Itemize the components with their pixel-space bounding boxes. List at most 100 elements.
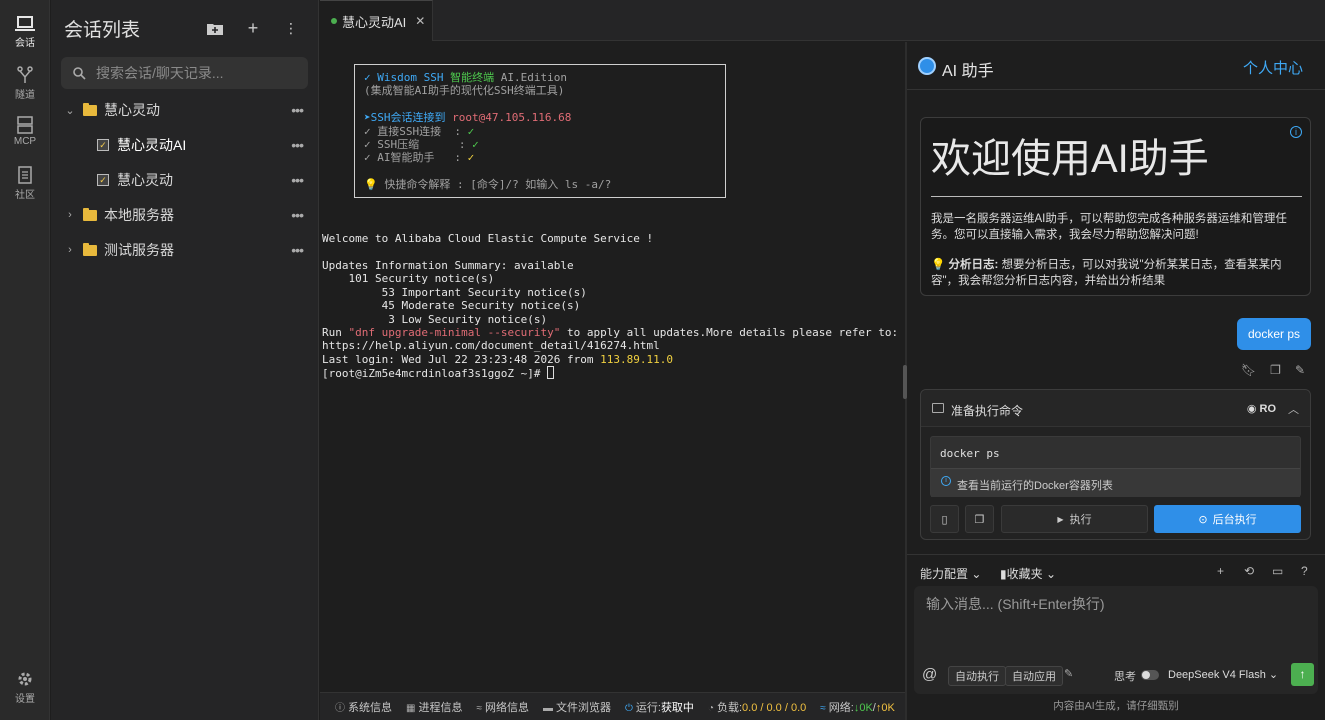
tree-group-label: 测试服务器 xyxy=(104,242,174,258)
chevron-right-icon[interactable]: › xyxy=(63,244,77,256)
welcome-banner: ✓ Wisdom SSH 智能终端 AI.Edition (集成智能AI助手的现… xyxy=(354,64,726,198)
chat-input[interactable] xyxy=(926,594,1306,654)
auto-execute-toggle[interactable]: 自动执行 xyxy=(948,666,1006,686)
feature-name: AI智能助手 xyxy=(377,151,435,164)
uptime-value: 获取中 xyxy=(660,701,694,714)
history-icon[interactable]: ⟲ xyxy=(1244,564,1254,578)
terminal[interactable]: ✓ Wisdom SSH 智能终端 AI.Edition (集成智能AI助手的现… xyxy=(320,42,905,692)
tree-session-2[interactable]: ✓ 慧心灵动 ••• xyxy=(51,165,319,195)
copy-icon[interactable]: ❐ xyxy=(1270,363,1281,377)
info-icon: i xyxy=(941,476,951,486)
tree-group-2[interactable]: › 本地服务器 ••• xyxy=(51,200,319,230)
nav-sessions[interactable]: 会话 xyxy=(0,16,50,49)
nav-mcp[interactable]: MCP xyxy=(0,116,50,147)
help-icon[interactable]: ? xyxy=(1301,564,1308,578)
play-icon: ▶ xyxy=(1057,514,1064,524)
play-circle-icon: ⊙ xyxy=(1198,513,1208,526)
background-execute-label: 后台执行 xyxy=(1212,514,1257,526)
process-icon: ▦ xyxy=(406,702,416,714)
terminal-line: 45 Moderate Security notice(s) xyxy=(322,299,581,312)
auto-apply-toggle[interactable]: 自动应用 xyxy=(1005,666,1063,686)
chevron-down-icon: ⌄ xyxy=(1268,669,1279,681)
server-icon xyxy=(17,116,33,134)
sysinfo-button[interactable]: ⓘ 系统信息 xyxy=(335,699,392,715)
tree-group-3[interactable]: › 测试服务器 ••• xyxy=(51,235,319,265)
shell-prompt: [root@iZm5e4mcrdinloaf3s1ggoZ ~]# xyxy=(322,367,548,380)
nav-settings-label: 设置 xyxy=(15,694,35,705)
connected-status-dot xyxy=(331,18,337,24)
close-icon[interactable]: ✕ xyxy=(415,14,425,28)
feature-check: ✓ xyxy=(467,151,475,164)
terminal-line: Run "dnf upgrade-minimal --security" to … xyxy=(322,326,898,339)
nav-tunnels[interactable]: 隧道 xyxy=(0,66,50,101)
process-button[interactable]: ▦ 进程信息 xyxy=(406,699,462,715)
brand-name: Wisdom SSH xyxy=(377,71,444,84)
command-text[interactable]: docker ps xyxy=(940,447,1000,460)
chevron-right-icon[interactable]: › xyxy=(63,209,77,221)
mention-icon[interactable]: @ xyxy=(922,666,937,683)
welcome-card: 欢迎使用AI助手 i 我是一名服务器运维AI助手，可以帮助您完成各种服务器运维和… xyxy=(920,117,1311,296)
session-sidebar: 会话列表 + ⋮ ⌄ 慧心灵动 ••• ✓ 慧心灵动AI ••• ✓ 慧心灵动 … xyxy=(51,0,319,720)
bookmark-icon: ▯ xyxy=(941,513,948,526)
think-toggle[interactable] xyxy=(1141,670,1159,680)
wifi-icon: ≈ xyxy=(476,702,482,714)
more-vertical-icon[interactable]: ⋮ xyxy=(280,17,302,39)
mode-label: RO xyxy=(1259,403,1277,415)
chevron-up-icon[interactable]: ︿ xyxy=(1288,401,1299,417)
welcome-body: 我是一名服务器运维AI助手，可以帮助您完成各种服务器运维和管理任务。您可以直接输… xyxy=(931,213,1287,241)
power-icon: ⏻ xyxy=(624,702,633,714)
more-icon[interactable]: ••• xyxy=(291,137,304,153)
chat-icon[interactable]: ▭ xyxy=(1272,564,1283,578)
favorites-label: 收藏夹 xyxy=(1006,567,1043,581)
chevron-down-icon[interactable]: ⌄ xyxy=(63,104,77,117)
info-icon[interactable]: i xyxy=(1290,126,1302,138)
tunnel-icon xyxy=(17,66,33,83)
edition: AI.Edition xyxy=(500,71,567,84)
sidebar-title: 会话列表 xyxy=(64,20,141,41)
execute-button[interactable]: ▶ 执行 xyxy=(1001,505,1148,533)
more-icon[interactable]: ••• xyxy=(291,102,304,118)
user-center-link[interactable]: 个人中心 xyxy=(1243,57,1303,78)
favorites-dropdown[interactable]: ▮收藏夹 ⌄ xyxy=(1000,565,1056,582)
send-button[interactable]: ↑ xyxy=(1291,663,1314,686)
more-icon[interactable]: ••• xyxy=(291,172,304,188)
nav-community[interactable]: 社区 xyxy=(0,166,50,201)
nav-sessions-label: 会话 xyxy=(15,38,35,49)
capability-label: 能力配置 xyxy=(920,567,969,581)
search-input[interactable] xyxy=(96,65,286,81)
capability-dropdown[interactable]: 能力配置 ⌄ xyxy=(920,565,981,582)
tool-icon[interactable]: ✎ xyxy=(1064,667,1073,680)
connect-label: SSH会话连接到 xyxy=(370,111,446,124)
terminal-icon xyxy=(932,403,944,413)
file-browser-label: 文件浏览器 xyxy=(555,701,611,714)
tab-session[interactable]: 慧心灵动AI ✕ xyxy=(320,0,433,41)
more-icon[interactable]: ••• xyxy=(291,207,304,223)
bookmark-command-button[interactable]: ▯ xyxy=(930,505,959,533)
terminal-session-icon: ✓ xyxy=(97,139,109,151)
bookmark-icon[interactable]: 🔖︎ xyxy=(1241,363,1256,377)
new-folder-icon[interactable] xyxy=(204,17,226,39)
terminal-line: Last login: Wed Jul 22 23:23:48 2026 fro… xyxy=(322,353,673,366)
tab-bar: 慧心灵动AI ✕ xyxy=(320,0,1325,41)
run-suffix: to apply all updates.More details please… xyxy=(560,326,899,339)
edit-icon[interactable]: ✎ xyxy=(1295,363,1305,377)
file-browser-button[interactable]: ▬ 文件浏览器 xyxy=(543,699,611,715)
add-session-icon[interactable]: + xyxy=(242,17,264,39)
tree-session-1[interactable]: ✓ 慧心灵动AI ••• xyxy=(51,130,319,160)
model-selector[interactable]: DeepSeek V4 Flash ⌄ xyxy=(1168,668,1278,681)
tree-group-1[interactable]: ⌄ 慧心灵动 ••• xyxy=(51,95,319,125)
last-login: Last login: Wed Jul 22 23:23:48 2026 fro… xyxy=(322,353,601,366)
new-chat-icon[interactable]: + xyxy=(1217,564,1224,578)
divider xyxy=(931,196,1302,197)
chevron-down-icon: ⌄ xyxy=(971,567,982,581)
readonly-badge: ◉ RO xyxy=(1247,402,1276,415)
more-icon[interactable]: ••• xyxy=(291,242,304,258)
welcome-title: 欢迎使用AI助手 xyxy=(931,137,1209,181)
copy-command-button[interactable]: ❐ xyxy=(965,505,994,533)
run-command: "dnf upgrade-minimal --security" xyxy=(348,326,561,339)
command-card-header[interactable]: 准备执行命令 ◉ RO ︿ xyxy=(921,390,1310,427)
command-card: 准备执行命令 ◉ RO ︿ docker ps i 查看当前运行的Docker容… xyxy=(920,389,1311,540)
background-execute-button[interactable]: ⊙ 后台执行 xyxy=(1154,505,1301,533)
nav-settings[interactable]: 设置 xyxy=(0,670,50,705)
network-button[interactable]: ≈ 网络信息 xyxy=(476,699,529,715)
